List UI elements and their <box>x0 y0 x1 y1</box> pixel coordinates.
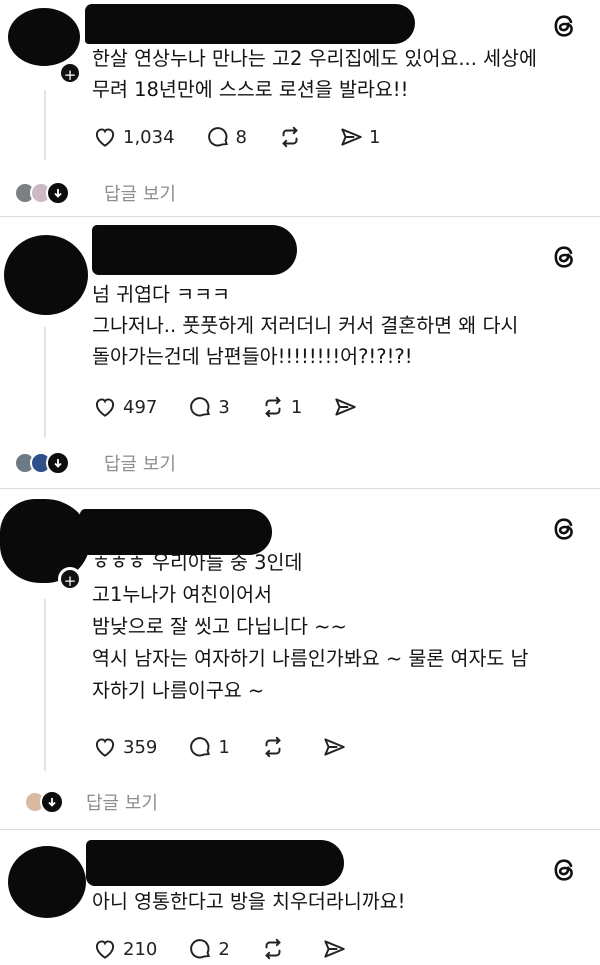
send-icon <box>324 738 345 756</box>
view-replies[interactable]: 답글 보기 <box>14 450 176 476</box>
post-line: 넘 귀엽다 ㅋㅋㅋ <box>92 283 230 306</box>
repost-button[interactable] <box>260 734 291 760</box>
post-3: + ㅎㅎㅎ 우리아들 중 3인데 고1누나가 여친이어서 밤낮으로 잘 씻고 다… <box>0 489 600 829</box>
threads-logo-icon[interactable] <box>550 243 578 271</box>
post-line: ㅎㅎㅎ 우리아들 중 3인데 <box>92 551 303 574</box>
view-replies-label[interactable]: 답글 보기 <box>104 180 176 206</box>
like-count: 359 <box>123 736 158 758</box>
send-icon <box>335 398 356 416</box>
comment-button[interactable]: 1 <box>187 734 230 760</box>
repost-icon <box>264 396 281 418</box>
avatar[interactable] <box>8 8 80 66</box>
like-button[interactable]: 1,034 <box>92 124 175 150</box>
share-button[interactable] <box>332 394 363 420</box>
threads-logo-icon[interactable] <box>550 12 578 40</box>
repost-button[interactable] <box>277 124 308 150</box>
post-2: 넘 귀엽다 ㅋㅋㅋ 그나저나.. 풋풋하게 저러더니 커서 결혼하면 왜 다시 … <box>0 217 600 487</box>
thread-line <box>44 90 46 160</box>
comment-bubble-icon <box>190 397 211 417</box>
comment-count: 1 <box>218 736 230 758</box>
share-button[interactable] <box>321 936 352 962</box>
post-line: 돌아가는건데 남편들아!!!!!!!!어?!?!?! <box>92 345 413 368</box>
post-line: 무려 18년만에 스스로 로션을 발라요!! <box>92 78 409 101</box>
share-button[interactable] <box>321 734 352 760</box>
username-redacted[interactable] <box>92 225 297 275</box>
view-replies-label[interactable]: 답글 보기 <box>86 789 158 815</box>
post-line: 그나저나.. 풋풋하게 저러더니 커서 결혼하면 왜 다시 <box>92 314 519 337</box>
like-count: 1,034 <box>123 126 175 148</box>
arrow-down-icon <box>40 790 64 814</box>
post-line: 한살 연상누나 만나는 고2 우리집에도 있어요... 세상에 <box>92 47 537 70</box>
threads-logo-icon[interactable] <box>550 515 578 543</box>
view-replies[interactable]: 답글 보기 <box>24 789 158 815</box>
heart-icon <box>95 940 115 959</box>
like-button[interactable]: 497 <box>92 394 157 420</box>
follow-plus-icon[interactable]: + <box>58 61 82 85</box>
action-bar: 210 2 <box>92 934 382 964</box>
view-replies-label[interactable]: 답글 보기 <box>104 450 176 476</box>
like-count: 210 <box>123 938 158 960</box>
follow-plus-icon[interactable]: + <box>58 567 82 591</box>
comment-bubble-icon <box>190 939 211 959</box>
send-icon <box>341 128 362 146</box>
action-bar: 359 1 <box>92 732 382 762</box>
share-button[interactable]: 1 <box>338 124 380 150</box>
action-bar: 1,034 8 1 <box>92 122 410 152</box>
avatar[interactable] <box>8 846 86 918</box>
post-text: 아니 영통한다고 방을 치우더라니까요! <box>92 886 580 917</box>
repost-button[interactable] <box>260 936 291 962</box>
repost-icon <box>264 736 281 758</box>
repost-button[interactable]: 1 <box>260 394 302 420</box>
comment-button[interactable]: 8 <box>205 124 247 150</box>
post-line: 자하기 나름이구요 ~ <box>92 679 265 702</box>
comment-button[interactable]: 3 <box>187 394 230 420</box>
arrow-down-icon <box>46 181 70 205</box>
post-1: + 한살 연상누나 만나는 고2 우리집에도 있어요... 세상에 무려 18년… <box>0 0 600 215</box>
view-replies[interactable]: 답글 보기 <box>14 180 176 206</box>
send-icon <box>324 940 345 958</box>
comment-count: 8 <box>235 126 247 148</box>
post-text: 넘 귀엽다 ㅋㅋㅋ 그나저나.. 풋풋하게 저러더니 커서 결혼하면 왜 다시 … <box>92 279 580 372</box>
heart-icon <box>95 128 115 147</box>
repost-count: 1 <box>290 396 303 418</box>
comment-bubble-icon <box>207 127 228 147</box>
heart-icon <box>95 398 115 417</box>
heart-icon <box>95 738 115 757</box>
like-count: 497 <box>123 396 158 418</box>
threads-logo-icon[interactable] <box>550 856 578 884</box>
like-button[interactable]: 359 <box>92 734 157 760</box>
like-button[interactable]: 210 <box>92 936 157 962</box>
avatar[interactable] <box>4 235 88 315</box>
comment-count: 3 <box>218 396 230 418</box>
post-line: 밤낮으로 잘 씻고 다닙니다 ~~ <box>92 615 347 638</box>
post-4: 아니 영통한다고 방을 치우더라니까요! 210 2 <box>0 830 600 965</box>
thread-line <box>44 327 46 437</box>
repost-icon <box>264 938 281 960</box>
post-line: 고1누나가 여친이어서 <box>92 583 273 606</box>
arrow-down-icon <box>46 451 70 475</box>
comment-bubble-icon <box>190 737 211 757</box>
action-bar: 497 3 1 <box>92 392 393 422</box>
username-redacted[interactable] <box>85 4 415 44</box>
post-line: 아니 영통한다고 방을 치우더라니까요! <box>92 890 406 913</box>
comment-count: 2 <box>218 938 230 960</box>
post-text: 한살 연상누나 만나는 고2 우리집에도 있어요... 세상에 무려 18년만에… <box>92 43 580 105</box>
share-count: 1 <box>368 126 381 148</box>
thread-line <box>44 599 46 771</box>
post-text: ㅎㅎㅎ 우리아들 중 3인데 고1누나가 여친이어서 밤낮으로 잘 씻고 다닙니… <box>92 547 580 707</box>
repost-icon <box>282 126 298 148</box>
username-redacted[interactable] <box>86 840 344 886</box>
post-line: 역시 남자는 여자하기 나름인가봐요 ~ 물론 여자도 남 <box>92 647 529 670</box>
comment-button[interactable]: 2 <box>187 936 230 962</box>
